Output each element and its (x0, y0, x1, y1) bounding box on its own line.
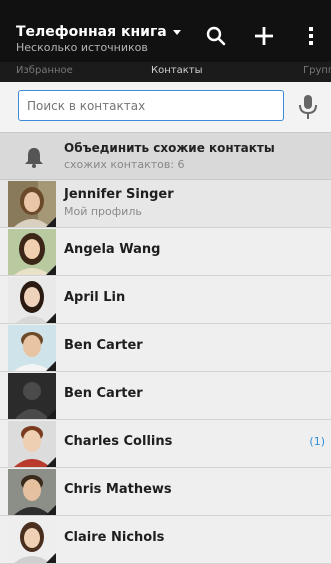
contact-row[interactable]: Chris Mathews (0, 468, 331, 516)
contact-row[interactable]: Angela Wang (0, 228, 331, 276)
merge-contacts-row[interactable]: Объединить схожие контакты схожих контак… (0, 132, 331, 180)
add-contact-button[interactable] (250, 22, 278, 50)
bell-icon (25, 148, 43, 168)
contact-name: April Lin (64, 290, 126, 305)
avatar (8, 421, 56, 467)
overflow-menu-button[interactable] (297, 22, 325, 50)
contact-name: Chris Mathews (64, 482, 172, 497)
search-input[interactable] (19, 91, 283, 120)
microphone-icon (299, 95, 317, 119)
tab-bar: Избранное Контакты Группы (0, 62, 331, 82)
overflow-menu-icon (309, 27, 313, 45)
contact-row[interactable]: Charles Collins (1) (0, 420, 331, 468)
voice-search-button[interactable] (296, 94, 320, 120)
merge-count: схожих контактов: 6 (64, 158, 185, 171)
avatar (8, 517, 56, 563)
default-avatar-icon (8, 373, 56, 419)
contact-count-badge: (1) (309, 435, 325, 448)
contact-row[interactable]: Ben Carter (0, 372, 331, 420)
contact-row[interactable]: April Lin (0, 276, 331, 324)
source-subtitle: Несколько источников (16, 41, 148, 54)
contact-row[interactable]: Ben Carter (0, 324, 331, 372)
tab-contacts[interactable]: Контакты (151, 65, 202, 76)
contact-name: Ben Carter (64, 386, 143, 401)
app-header: Телефонная книга Несколько источников (0, 0, 331, 62)
contact-name: Angela Wang (64, 242, 161, 257)
search-bar (0, 82, 331, 132)
search-button[interactable] (202, 22, 230, 50)
avatar (8, 373, 56, 419)
contact-name: Ben Carter (64, 338, 143, 353)
tab-favorites[interactable]: Избранное (16, 65, 73, 76)
my-profile-label: Мой профиль (64, 205, 142, 218)
search-icon (206, 26, 226, 46)
avatar (8, 181, 56, 227)
contact-name: Charles Collins (64, 434, 173, 449)
contact-name: Jennifer Singer (64, 187, 174, 202)
avatar (8, 229, 56, 275)
phonebook-title: Телефонная книга (16, 24, 167, 40)
merge-title: Объединить схожие контакты (64, 141, 275, 155)
dropdown-caret-icon (172, 29, 181, 35)
avatar (8, 277, 56, 323)
contact-name: Claire Nichols (64, 530, 165, 545)
tab-groups[interactable]: Группы (303, 65, 331, 76)
contact-row-my-profile[interactable]: Jennifer Singer Мой профиль (0, 180, 331, 228)
avatar (8, 325, 56, 371)
search-box (18, 90, 284, 121)
phonebook-title-dropdown[interactable]: Телефонная книга (16, 24, 181, 40)
avatar (8, 469, 56, 515)
contact-row[interactable]: Claire Nichols (0, 516, 331, 564)
add-icon (255, 27, 273, 45)
